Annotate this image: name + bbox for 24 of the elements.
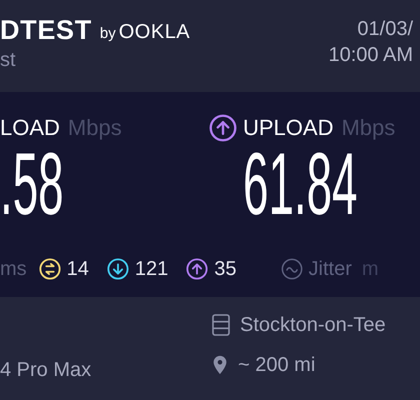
subtitle: st — [0, 48, 17, 73]
brand-logo: DTEST — [0, 14, 92, 46]
test-time: 10:00 AM — [328, 43, 413, 68]
server-icon — [212, 314, 230, 336]
device-name: 4 Pro Max — [0, 358, 92, 382]
wave-icon — [280, 258, 303, 280]
test-date: 01/03/ — [357, 17, 413, 42]
speed-value: .58 — [0, 142, 64, 226]
speed-value: 61.84 — [243, 142, 358, 226]
result-label: LOAD — [0, 115, 60, 141]
swap-arrows-icon — [38, 258, 61, 280]
brand-by: by — [100, 25, 116, 43]
server-distance: ~ 200 mi — [238, 353, 316, 377]
unit-label: Mbps — [68, 115, 122, 141]
ping-value: 35 — [214, 256, 237, 282]
ping-value: 121 — [134, 256, 168, 282]
result-label: UPLOAD — [243, 115, 334, 141]
location-pin-icon — [212, 355, 228, 375]
ping-value: 14 — [66, 256, 89, 282]
server-name: Stockton-on-Tee — [240, 313, 386, 337]
ping-unit: ms — [0, 256, 27, 282]
jitter-label: Jitter — [308, 256, 352, 282]
unit-label: Mbps — [341, 115, 396, 141]
ookla-logo: OOKLA — [118, 21, 190, 43]
